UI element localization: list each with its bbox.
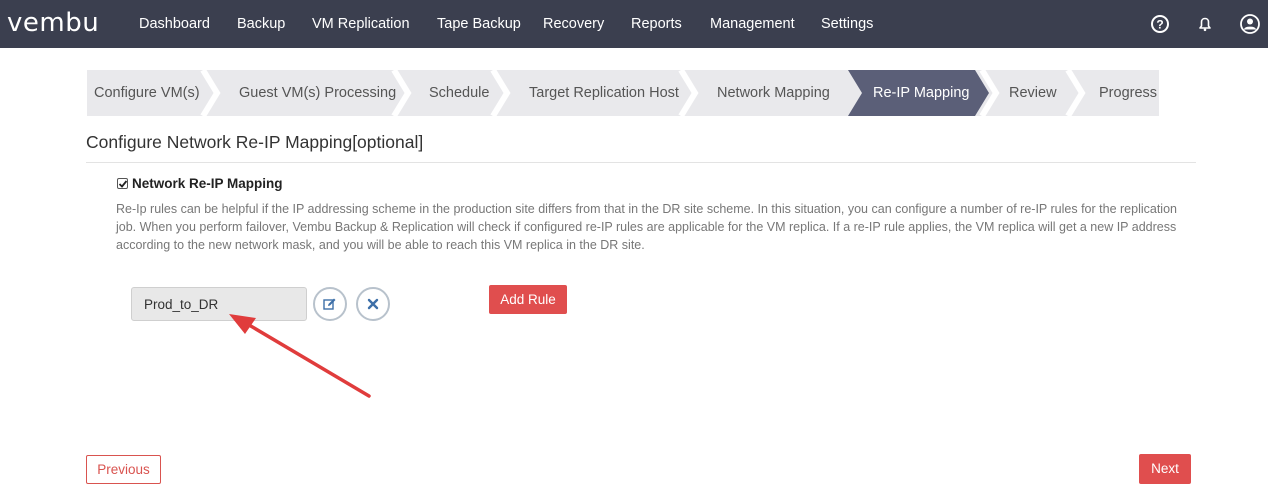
step-separator [979,70,1000,116]
re-ip-description: Re-Ip rules can be helpful if the IP add… [116,202,1177,252]
step-schedule[interactable]: Schedule [429,70,489,116]
step-review[interactable]: Review [1009,70,1057,116]
re-ip-mapping-label[interactable]: Network Re-IP Mapping [132,176,283,191]
step-network-mapping[interactable]: Network Mapping [717,70,830,116]
step-progress[interactable]: Progress [1099,70,1157,116]
svg-text:?: ? [1156,18,1163,32]
step-configure-vms[interactable]: Configure VM(s) [94,70,200,116]
step-separator [200,70,221,116]
checkmark-icon [118,180,128,188]
step-separator [490,70,511,116]
close-icon [367,298,379,310]
nav-settings[interactable]: Settings [821,0,873,48]
delete-rule-button[interactable] [356,287,390,321]
nav-recovery[interactable]: Recovery [543,0,604,48]
nav-tape-backup[interactable]: Tape Backup [437,0,521,48]
nav-dashboard[interactable]: Dashboard [139,0,210,48]
vembu-logo[interactable]: vembu [7,8,99,38]
wizard-steps: Configure VM(s) Guest VM(s) Processing S… [87,70,1159,116]
edit-icon [323,298,336,310]
previous-button[interactable]: Previous [86,455,161,484]
re-ip-mapping-checkbox[interactable] [117,178,128,189]
user-icon[interactable] [1238,12,1262,36]
step-guest-vm-processing[interactable]: Guest VM(s) Processing [239,70,396,116]
step-re-ip-mapping[interactable]: Re-IP Mapping [873,70,969,116]
top-navbar: vembu Dashboard Backup VM Replication Ta… [0,0,1268,48]
step-separator [1065,70,1086,116]
add-rule-button[interactable]: Add Rule [489,285,567,314]
nav-vm-replication[interactable]: VM Replication [312,0,410,48]
help-icon[interactable]: ? [1148,12,1172,36]
rule-chip[interactable]: Prod_to_DR [131,287,307,321]
nav-reports[interactable]: Reports [631,0,682,48]
step-separator [678,70,699,116]
next-button[interactable]: Next [1139,454,1191,484]
edit-rule-button[interactable] [313,287,347,321]
nav-management[interactable]: Management [710,0,795,48]
bell-icon[interactable] [1193,12,1217,36]
step-target-replication-host[interactable]: Target Replication Host [529,70,679,116]
nav-backup[interactable]: Backup [237,0,285,48]
page-title: Configure Network Re-IP Mapping[optional… [86,132,424,152]
title-divider [86,162,1196,163]
